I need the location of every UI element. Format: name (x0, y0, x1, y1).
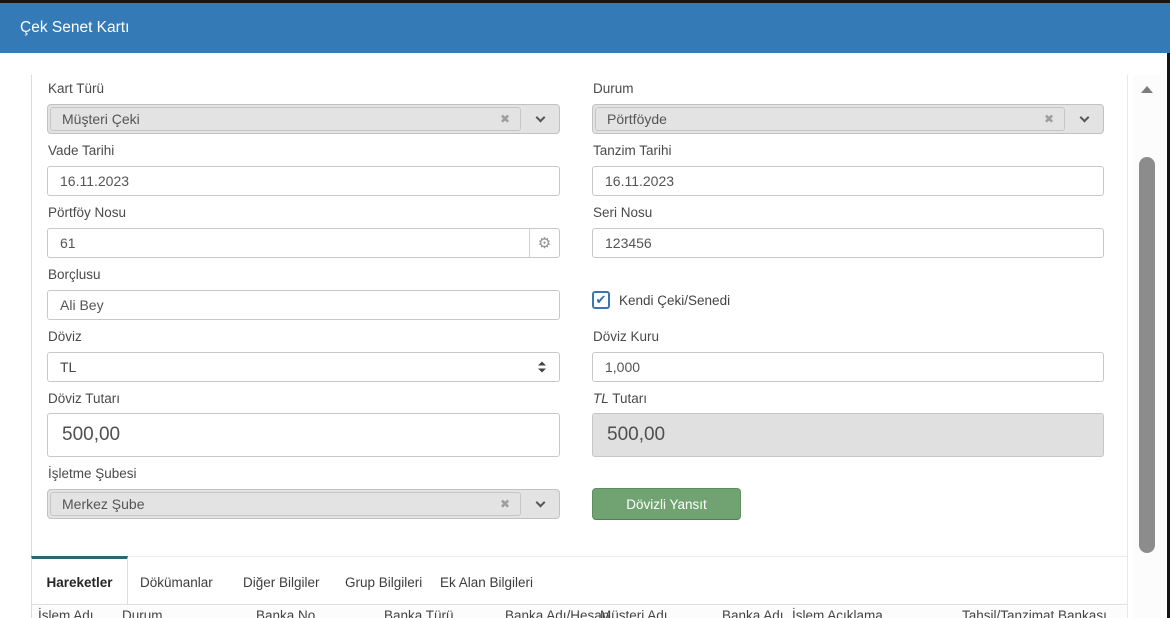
borclusu-label: Borçlusu (48, 267, 101, 282)
clear-icon[interactable]: ✖ (500, 498, 510, 510)
spinner-up-arrow (538, 362, 546, 366)
doviz-value: TL (60, 359, 76, 375)
gear-icon[interactable]: ⚙ (529, 229, 559, 257)
tanzim-tarihi-label: Tanzim Tarihi (593, 143, 672, 158)
chevron-down-icon[interactable] (536, 498, 546, 508)
tabstrip-top-border (32, 556, 1127, 557)
grid-col-durum[interactable]: Durum (122, 608, 163, 618)
kendi-ceki-checkbox[interactable]: ✔ Kendi Çeki/Senedi (592, 291, 730, 309)
kart-turu-combobox-inner: Müşteri Çeki ✖ (50, 107, 521, 131)
tl-tutari-label-rest: Tutarı (609, 391, 647, 406)
durum-label: Durum (593, 81, 634, 96)
select-spinner-icon (538, 362, 546, 373)
kart-turu-value: Müşteri Çeki (51, 111, 520, 127)
tab-hareketler-label: Hareketler (46, 575, 112, 590)
grid-col-banka-adi-hesap[interactable]: Banka Adı/Hesap (505, 608, 609, 618)
chevron-down-icon[interactable] (1080, 113, 1090, 123)
durum-combobox-inner: Pörtföyde ✖ (595, 107, 1065, 131)
clear-icon[interactable]: ✖ (500, 113, 510, 125)
tab-grup-bilgileri[interactable]: Grup Bilgileri (345, 575, 422, 590)
scrollbar-up-arrow-icon[interactable] (1141, 86, 1153, 93)
grid-col-islem-adi[interactable]: İşlem Adı (38, 608, 94, 618)
grid-col-musteri-adi[interactable]: Müşteri Adı (600, 608, 668, 618)
kart-turu-combobox[interactable]: Müşteri Çeki ✖ (47, 104, 560, 134)
spinner-down-arrow (538, 369, 546, 373)
tl-tutari-label: TL Tutarı (593, 391, 647, 406)
grid-col-tahsil-tanzimat-bankasi[interactable]: Tahsil/Tanzimat Bankası (962, 608, 1107, 618)
vade-tarihi-label: Vade Tarihi (48, 143, 114, 158)
kendi-ceki-label: Kendi Çeki/Senedi (619, 293, 730, 308)
tanzim-tarihi-input[interactable] (592, 166, 1104, 196)
isletme-subesi-combobox[interactable]: Merkez Şube ✖ (47, 489, 560, 519)
tab-ek-alan-bilgileri[interactable]: Ek Alan Bilgileri (440, 575, 533, 590)
chevron-down-icon[interactable] (536, 113, 546, 123)
panel-right-border (1127, 75, 1128, 618)
tab-dokumanlar[interactable]: Dökümanlar (140, 575, 213, 590)
checkmark-icon: ✔ (596, 293, 607, 306)
tl-currency-text: TL (593, 391, 609, 406)
page-title: Çek Senet Kartı (20, 19, 129, 37)
doviz-tutari-label: Döviz Tutarı (48, 391, 120, 406)
clear-icon[interactable]: ✖ (1044, 113, 1054, 125)
grid-col-banka-adi[interactable]: Banka Adı (722, 608, 784, 618)
doviz-label: Döviz (48, 329, 82, 344)
grid-col-banka-turu[interactable]: Banka Türü (384, 608, 454, 618)
tabstrip-bottom-border (32, 604, 1127, 605)
cek-senet-karti-window: Çek Senet Kartı Kart Türü Müşteri Çeki ✖… (0, 0, 1170, 618)
durum-combobox[interactable]: Pörtföyde ✖ (592, 104, 1104, 134)
portfoy-nosu-input[interactable] (48, 229, 529, 257)
doviz-select[interactable]: TL (47, 352, 560, 382)
seri-nosu-label: Seri Nosu (593, 205, 652, 220)
doviz-kuru-input[interactable] (592, 352, 1104, 382)
doviz-tutari-input[interactable] (47, 413, 560, 457)
grid-col-islem-aciklama[interactable]: İşlem Açıklama (792, 608, 883, 618)
dovizli-yansit-button[interactable]: Dövizli Yansıt (592, 488, 741, 520)
portfoy-nosu-field: ⚙ (47, 228, 560, 258)
tab-diger-bilgiler[interactable]: Diğer Bilgiler (243, 575, 320, 590)
isletme-subesi-label: İşletme Şubesi (48, 466, 137, 481)
portfoy-nosu-label: Pörtföy Nosu (48, 205, 126, 220)
vertical-scrollbar-thumb[interactable] (1139, 157, 1155, 553)
borclusu-input[interactable] (47, 290, 560, 320)
app-header-bar: Çek Senet Kartı (0, 3, 1170, 53)
panel-left-border (31, 75, 32, 618)
tab-hareketler[interactable]: Hareketler (31, 556, 128, 605)
durum-value: Pörtföyde (596, 111, 1064, 127)
kart-turu-label: Kart Türü (48, 81, 104, 96)
checkbox-box[interactable]: ✔ (592, 291, 610, 309)
grid-col-banka-no[interactable]: Banka No (256, 608, 315, 618)
seri-nosu-input[interactable] (592, 228, 1104, 258)
doviz-kuru-label: Döviz Kuru (593, 329, 659, 344)
isletme-subesi-combobox-inner: Merkez Şube ✖ (50, 492, 521, 516)
isletme-subesi-value: Merkez Şube (51, 496, 520, 512)
vade-tarihi-input[interactable] (47, 166, 560, 196)
tl-tutari-input (592, 413, 1104, 457)
